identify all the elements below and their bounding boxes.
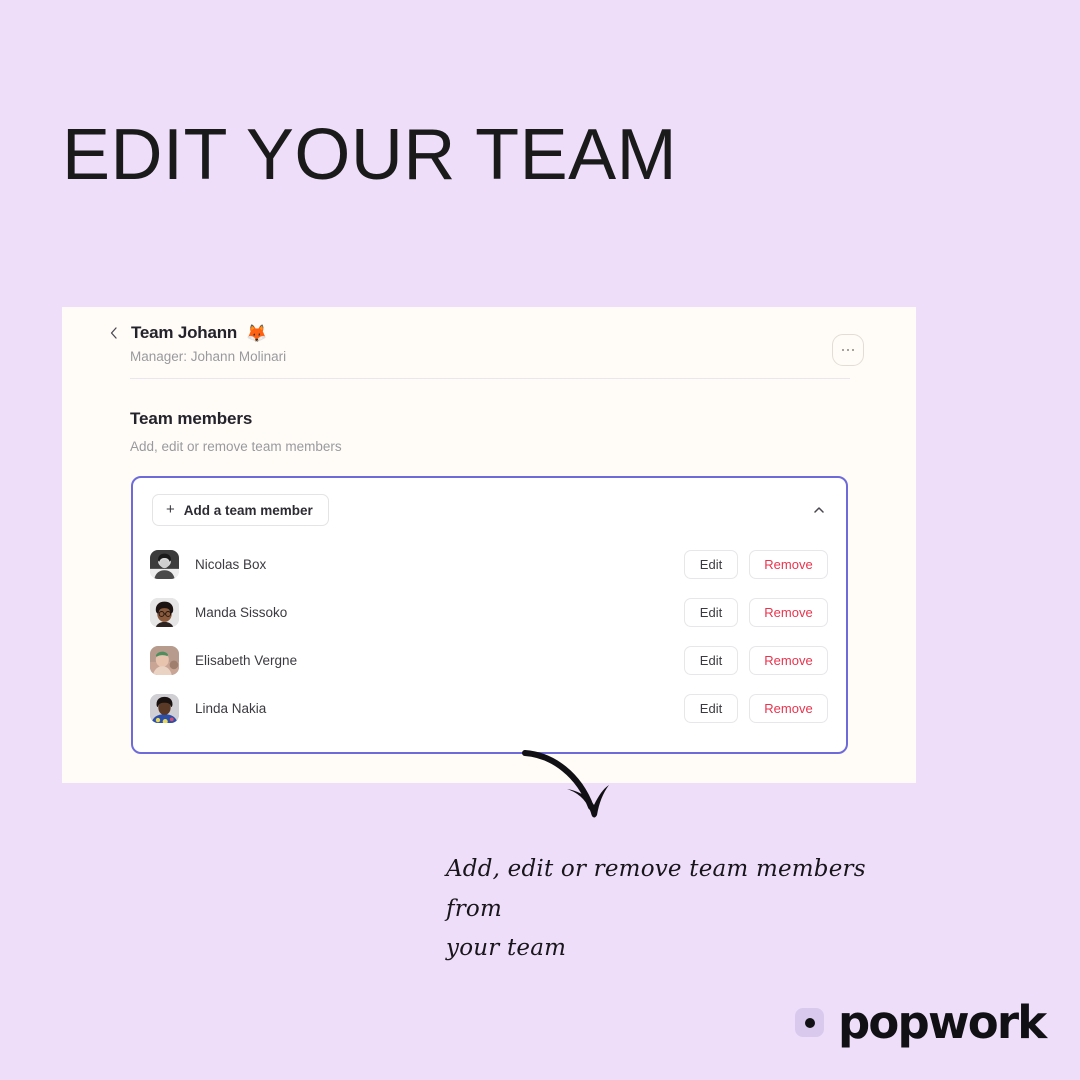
row-actions: Edit Remove (684, 597, 828, 627)
member-name: Manda Sissoko (195, 604, 288, 620)
member-list: Nicolas Box Edit Remove Manda Sissoko Ed… (133, 540, 846, 732)
annotation-line-2: your team (446, 935, 567, 962)
chevron-up-icon[interactable] (808, 499, 830, 521)
table-row[interactable]: Manda Sissoko Edit Remove (133, 588, 846, 636)
edit-button[interactable]: Edit (684, 645, 738, 675)
plus-icon: + (166, 501, 175, 518)
ellipsis-icon[interactable] (832, 334, 864, 366)
section-title: Team members (130, 409, 253, 428)
fox-emoji: 🦊 (246, 323, 268, 343)
avatar (150, 693, 179, 723)
logo-wordmark: popwork (838, 996, 1047, 1049)
add-team-member-button[interactable]: + Add a team member (152, 494, 329, 526)
row-actions: Edit Remove (684, 645, 828, 675)
edit-button[interactable]: Edit (684, 693, 738, 723)
table-row[interactable]: Linda Nakia Edit Remove (133, 684, 846, 732)
table-row[interactable]: Elisabeth Vergne Edit Remove (133, 636, 846, 684)
team-members-panel: + Add a team member Nicolas Box Edit Rem… (131, 476, 848, 754)
ellipsis-dot (846, 348, 850, 352)
remove-button[interactable]: Remove (749, 645, 828, 675)
avatar (150, 645, 179, 675)
avatar (150, 597, 179, 627)
edit-button[interactable]: Edit (684, 549, 738, 579)
table-row[interactable]: Nicolas Box Edit Remove (133, 540, 846, 588)
card-header: Team Johann 🦊 Manager: Johann Molinari (110, 323, 916, 364)
row-actions: Edit Remove (684, 693, 828, 723)
annotation-line-1: Add, edit or remove team members from (446, 856, 866, 922)
row-actions: Edit Remove (684, 549, 828, 579)
member-name: Linda Nakia (195, 700, 267, 716)
team-manager-label: Manager: Johann Molinari (130, 349, 287, 364)
ellipsis-dot (841, 348, 845, 352)
popwork-logo: popwork (795, 996, 1047, 1049)
ellipsis-dot (851, 348, 855, 352)
annotation-text: Add, edit or remove team members from yo… (446, 850, 886, 969)
remove-button[interactable]: Remove (749, 597, 828, 627)
section-subtitle: Add, edit or remove team members (130, 439, 342, 454)
team-name: Team Johann (131, 323, 238, 342)
popwork-dot-icon (795, 1008, 824, 1037)
remove-button[interactable]: Remove (749, 549, 828, 579)
avatar (150, 549, 179, 579)
remove-button[interactable]: Remove (749, 693, 828, 723)
chevron-left-icon[interactable] (106, 325, 122, 341)
member-name: Nicolas Box (195, 556, 267, 572)
app-screenshot-card: Team Johann 🦊 Manager: Johann Molinari T… (62, 307, 916, 783)
edit-button[interactable]: Edit (684, 597, 738, 627)
page-title: EDIT YOUR TEAM (62, 115, 678, 195)
member-name: Elisabeth Vergne (195, 652, 298, 668)
add-team-member-label: Add a team member (183, 502, 313, 518)
header-divider (130, 378, 850, 379)
logo-dot (804, 1017, 815, 1028)
panel-toolbar: + Add a team member (133, 478, 846, 540)
